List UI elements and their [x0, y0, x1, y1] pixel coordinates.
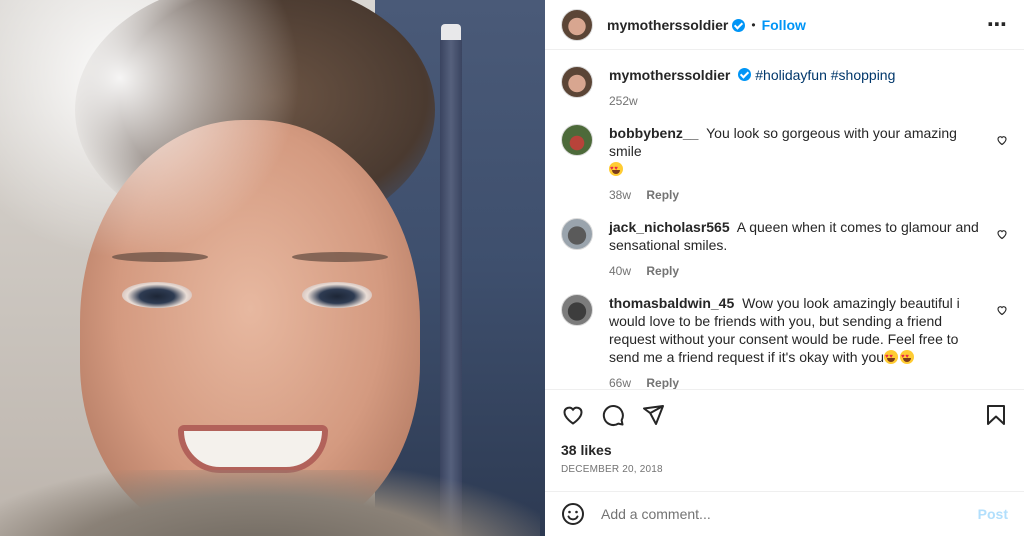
comment-like-heart-icon[interactable]: [996, 304, 1008, 316]
caption-meta: 252w: [609, 92, 980, 110]
comment-time[interactable]: 40w: [609, 264, 631, 278]
reply-button[interactable]: Reply: [646, 188, 679, 202]
comment-item: thomasbaldwin_45 Wow you look amazingly …: [561, 294, 1008, 389]
comment-username[interactable]: jack_nicholasr565: [609, 219, 730, 235]
post-header: mymotherssoldier • Follow ⋯: [545, 0, 1024, 50]
heart-eyes-emoji-icon: [884, 348, 899, 366]
photo-eye-right: [302, 282, 372, 308]
caption-time[interactable]: 252w: [609, 94, 638, 108]
caption-hashtags[interactable]: #holidayfun #shopping: [755, 67, 895, 83]
commenter-avatar[interactable]: [561, 218, 593, 250]
comment-meta: 38w Reply: [609, 186, 980, 204]
photo-pole: [440, 40, 462, 536]
caption-avatar[interactable]: [561, 66, 593, 98]
post-modal: mymotherssoldier • Follow ⋯ mymotherssol…: [0, 0, 1024, 536]
add-comment-bar: Post: [545, 491, 1024, 536]
comment-username[interactable]: bobbybenz__: [609, 125, 698, 141]
comment-body: jack_nicholasr565 A queen when it comes …: [609, 218, 1008, 280]
comment-body: thomasbaldwin_45 Wow you look amazingly …: [609, 294, 1008, 389]
comments-list[interactable]: mymotherssoldier #holidayfun #shopping 2…: [545, 50, 1024, 389]
header-separator: •: [751, 17, 756, 32]
photo-brow-right: [292, 252, 388, 262]
comment-emojis: [609, 160, 980, 178]
comment-text-line: thomasbaldwin_45 Wow you look amazingly …: [609, 294, 980, 366]
photo-brow-left: [112, 252, 208, 262]
comment-text-line: jack_nicholasr565 A queen when it comes …: [609, 218, 980, 254]
author-username[interactable]: mymotherssoldier: [607, 17, 728, 33]
post-comment-button[interactable]: Post: [978, 506, 1008, 522]
reply-button[interactable]: Reply: [646, 376, 679, 389]
heart-icon[interactable]: [561, 403, 585, 427]
comment-like-heart-icon[interactable]: [996, 134, 1008, 146]
caption-text-line: mymotherssoldier #holidayfun #shopping: [609, 66, 980, 84]
follow-button[interactable]: Follow: [762, 17, 806, 33]
photo-smile: [178, 425, 328, 473]
post-sidebar: mymotherssoldier • Follow ⋯ mymotherssol…: [545, 0, 1024, 536]
comment-body: bobbybenz__ You look so gorgeous with yo…: [609, 124, 1008, 204]
verified-badge-icon: [732, 19, 746, 32]
heart-eyes-emoji-icon: [609, 160, 623, 178]
comment-item: bobbybenz__ You look so gorgeous with yo…: [561, 124, 1008, 204]
comment-icon[interactable]: [601, 403, 625, 427]
post-date[interactable]: DECEMBER 20, 2018: [561, 464, 1008, 475]
bookmark-icon[interactable]: [984, 403, 1008, 427]
heart-eyes-emoji-icon: [900, 348, 915, 366]
caption: mymotherssoldier #holidayfun #shopping 2…: [561, 66, 1008, 110]
post-photo[interactable]: [0, 0, 545, 536]
photo-eye-left: [122, 282, 192, 308]
more-options-icon[interactable]: ⋯: [987, 12, 1008, 37]
reply-button[interactable]: Reply: [646, 264, 679, 278]
photo-glare: [0, 0, 300, 260]
likes-count[interactable]: 38 likes: [561, 442, 1008, 458]
author-avatar[interactable]: [561, 8, 593, 41]
verified-badge-icon: [738, 68, 752, 81]
post-actions: 38 likes DECEMBER 20, 2018: [545, 389, 1024, 475]
commenter-avatar[interactable]: [561, 294, 593, 326]
action-icons: [561, 402, 1008, 428]
comment-text-line: bobbybenz__ You look so gorgeous with yo…: [609, 124, 980, 160]
paper-plane-icon[interactable]: [641, 403, 665, 427]
caption-body: mymotherssoldier #holidayfun #shopping 2…: [609, 66, 1008, 110]
comment-time[interactable]: 66w: [609, 376, 631, 389]
comment-meta: 66w Reply: [609, 374, 980, 389]
commenter-avatar[interactable]: [561, 124, 593, 156]
comment-meta: 40w Reply: [609, 262, 980, 280]
caption-username[interactable]: mymotherssoldier: [609, 67, 730, 83]
comment-like-heart-icon[interactable]: [996, 228, 1008, 240]
add-comment-input[interactable]: [601, 506, 978, 522]
comment-item: jack_nicholasr565 A queen when it comes …: [561, 218, 1008, 280]
smiley-icon[interactable]: [561, 502, 585, 526]
photo-fur-collar: [0, 470, 540, 536]
comment-time[interactable]: 38w: [609, 188, 631, 202]
comment-username[interactable]: thomasbaldwin_45: [609, 295, 734, 311]
